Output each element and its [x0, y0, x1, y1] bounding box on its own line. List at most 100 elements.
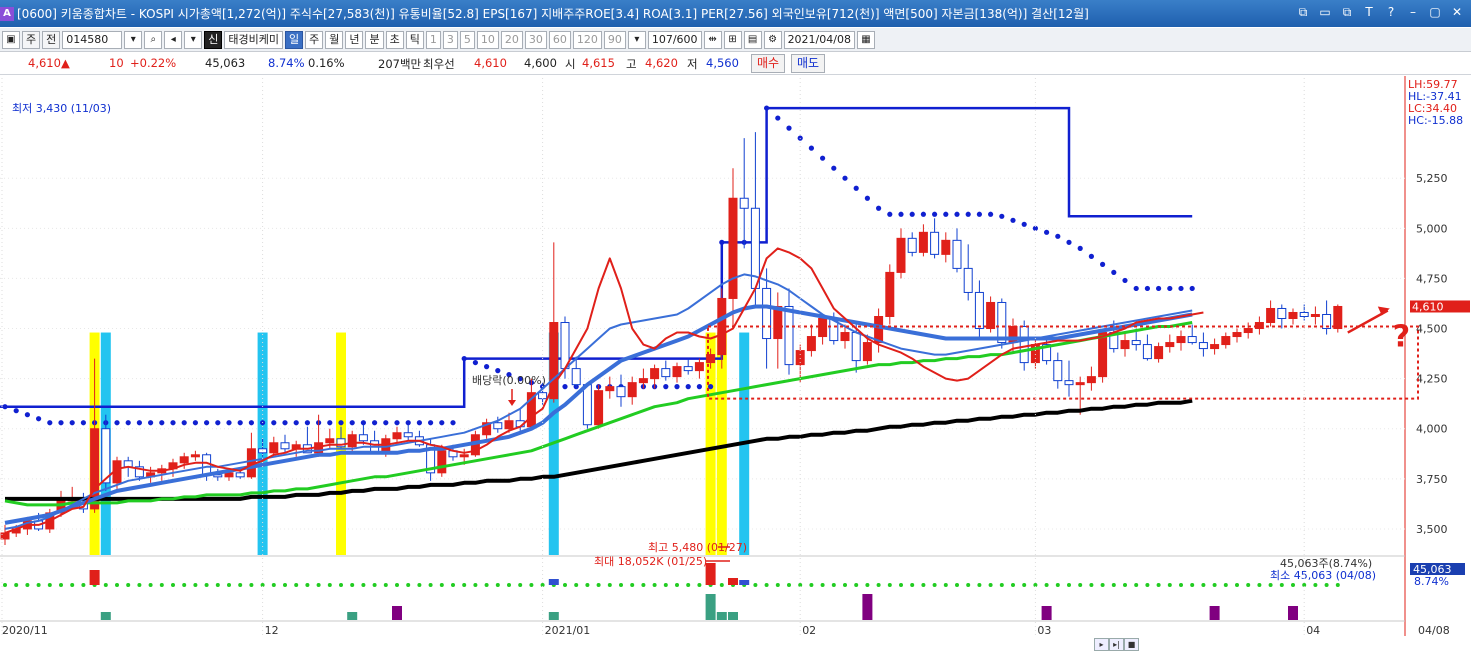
- candle-body: [1310, 313, 1320, 318]
- indicator-bar: [728, 612, 738, 620]
- maximize-icon[interactable]: ▢: [1427, 4, 1443, 20]
- interval-5[interactable]: 5: [459, 30, 475, 49]
- volume-baseline-dot: [1268, 583, 1273, 587]
- volume-baseline-dot: [249, 583, 254, 587]
- period-unit-select[interactable]: 주: [22, 30, 41, 49]
- volume-baseline-dot: [473, 583, 478, 587]
- tab-minute[interactable]: 분: [365, 30, 384, 49]
- text-icon[interactable]: T: [1361, 4, 1377, 20]
- trailing-stop-dot: [484, 364, 490, 370]
- volume-baseline-dot: [1291, 583, 1295, 587]
- volume-baseline-dot: [1111, 583, 1116, 587]
- dropdown-icon[interactable]: ▾: [627, 30, 646, 49]
- interval-1[interactable]: 1: [425, 30, 441, 49]
- trailing-stop-dot: [808, 145, 815, 151]
- stop-icon[interactable]: ■: [1124, 638, 1139, 651]
- candle-body: [1254, 322, 1264, 330]
- tab-day[interactable]: 일: [284, 30, 304, 49]
- close-icon[interactable]: ✕: [1449, 4, 1465, 20]
- interval-custom[interactable]: 90: [603, 30, 626, 49]
- volume-baseline-dot: [619, 583, 623, 587]
- trailing-stop-dot: [136, 420, 142, 426]
- trailing-stop-dot: [898, 211, 904, 217]
- layout-icon[interactable]: ▭: [1317, 4, 1333, 20]
- volume-baseline-dot: [1212, 583, 1217, 587]
- indicator-bar: [705, 594, 716, 620]
- minimize-icon[interactable]: –: [1405, 4, 1421, 20]
- tab-month[interactable]: 월: [325, 30, 344, 49]
- search-icon[interactable]: ⌕: [144, 30, 163, 49]
- trailing-stop-dot: [170, 420, 176, 426]
- volume-baseline-dot: [81, 583, 86, 587]
- trailing-stop-dot: [909, 211, 915, 217]
- candle-body: [190, 454, 200, 458]
- trailing-stop-dot: [775, 115, 781, 121]
- candle-body: [571, 368, 581, 386]
- interval-3[interactable]: 3: [442, 30, 458, 49]
- volume-baseline-dot: [607, 583, 612, 587]
- interval-20[interactable]: 20: [500, 30, 523, 49]
- x-tick-label: 03: [1037, 624, 1051, 637]
- trailing-stop-dot: [932, 211, 938, 217]
- trailing-stop-dot: [831, 165, 837, 171]
- candle-body: [851, 332, 861, 362]
- tool-icon[interactable]: ⇹: [703, 30, 722, 49]
- trailing-stop-dot: [327, 420, 333, 426]
- trailing-stop-dot: [114, 420, 120, 426]
- volume-baseline-dot: [809, 583, 814, 587]
- trailing-stop-dot: [2, 404, 8, 410]
- chart-scrollbar[interactable]: ▸ ▸| ■: [1094, 638, 1139, 651]
- volume-baseline-dot: [1235, 583, 1239, 587]
- restore-icon[interactable]: ⧉: [1295, 4, 1311, 20]
- trailing-stop-dot: [976, 211, 983, 217]
- scroll-end-icon[interactable]: ▸|: [1109, 638, 1124, 651]
- interval-120[interactable]: 120: [572, 30, 602, 49]
- dropdown-icon[interactable]: ▾: [124, 30, 143, 49]
- price-chart[interactable]: 3,500 3,750 4,000 4,250 4,500 4,750 5,000 5,250…: [0, 76, 1471, 652]
- interval-10[interactable]: 10: [476, 30, 499, 49]
- dropdown-icon[interactable]: ▾: [184, 30, 203, 49]
- copy-icon[interactable]: ⧉: [1339, 4, 1355, 20]
- volume-bar: [739, 580, 750, 585]
- help-icon[interactable]: ?: [1383, 4, 1399, 20]
- volume-baseline-dot: [1044, 583, 1049, 587]
- prev-button[interactable]: 전: [42, 30, 61, 49]
- scroll-right-icon[interactable]: ▸: [1094, 638, 1109, 651]
- buy-button[interactable]: 매수: [751, 54, 786, 73]
- volume-baseline-dot: [1279, 583, 1284, 587]
- trailing-stop-dot: [1167, 285, 1173, 292]
- tab-week[interactable]: 주: [305, 30, 324, 49]
- interval-60[interactable]: 60: [548, 30, 571, 49]
- gear-icon[interactable]: ⚙: [763, 30, 782, 49]
- calendar-icon[interactable]: ▦: [856, 30, 875, 49]
- tab-year[interactable]: 년: [345, 30, 364, 49]
- tab-second[interactable]: 초: [385, 30, 404, 49]
- speaker-icon[interactable]: ◂: [164, 30, 183, 49]
- volume-baseline-dot: [1067, 583, 1071, 587]
- trailing-stop-dot: [820, 155, 826, 161]
- candle-body: [1165, 342, 1175, 348]
- interval-30[interactable]: 30: [524, 30, 547, 49]
- panel-icon[interactable]: ▣: [2, 30, 20, 49]
- y-tick-label: 4,250: [1416, 373, 1448, 386]
- date-field[interactable]: 2021/04/08: [783, 30, 855, 49]
- save-icon[interactable]: ▤: [743, 30, 762, 49]
- volume-baseline-dot: [630, 583, 635, 587]
- count-field[interactable]: 107/600: [647, 30, 702, 49]
- volume-baseline-dot: [955, 583, 959, 587]
- app-icon: A: [0, 6, 14, 21]
- sell-button[interactable]: 매도: [791, 54, 826, 73]
- tab-tick[interactable]: 틱: [405, 30, 424, 49]
- trailing-stop-dot: [1010, 217, 1016, 223]
- code-input[interactable]: 014580: [62, 30, 123, 49]
- min-volume-label: 최소 45,063 (04/08): [1270, 569, 1376, 582]
- trailing-stop-dot: [1122, 277, 1128, 284]
- volume-baseline-dot: [59, 583, 63, 587]
- candle-body: [941, 239, 951, 255]
- window-buttons: ⧉ ▭ ⧉ T ? – ▢ ✕: [1295, 4, 1465, 20]
- candle-body: [818, 318, 828, 338]
- trailing-stop-dot: [461, 355, 467, 362]
- chart-type-icon[interactable]: ⊞: [723, 30, 742, 49]
- low-price: 4,560: [706, 56, 739, 70]
- volume-baseline-dot: [316, 583, 321, 587]
